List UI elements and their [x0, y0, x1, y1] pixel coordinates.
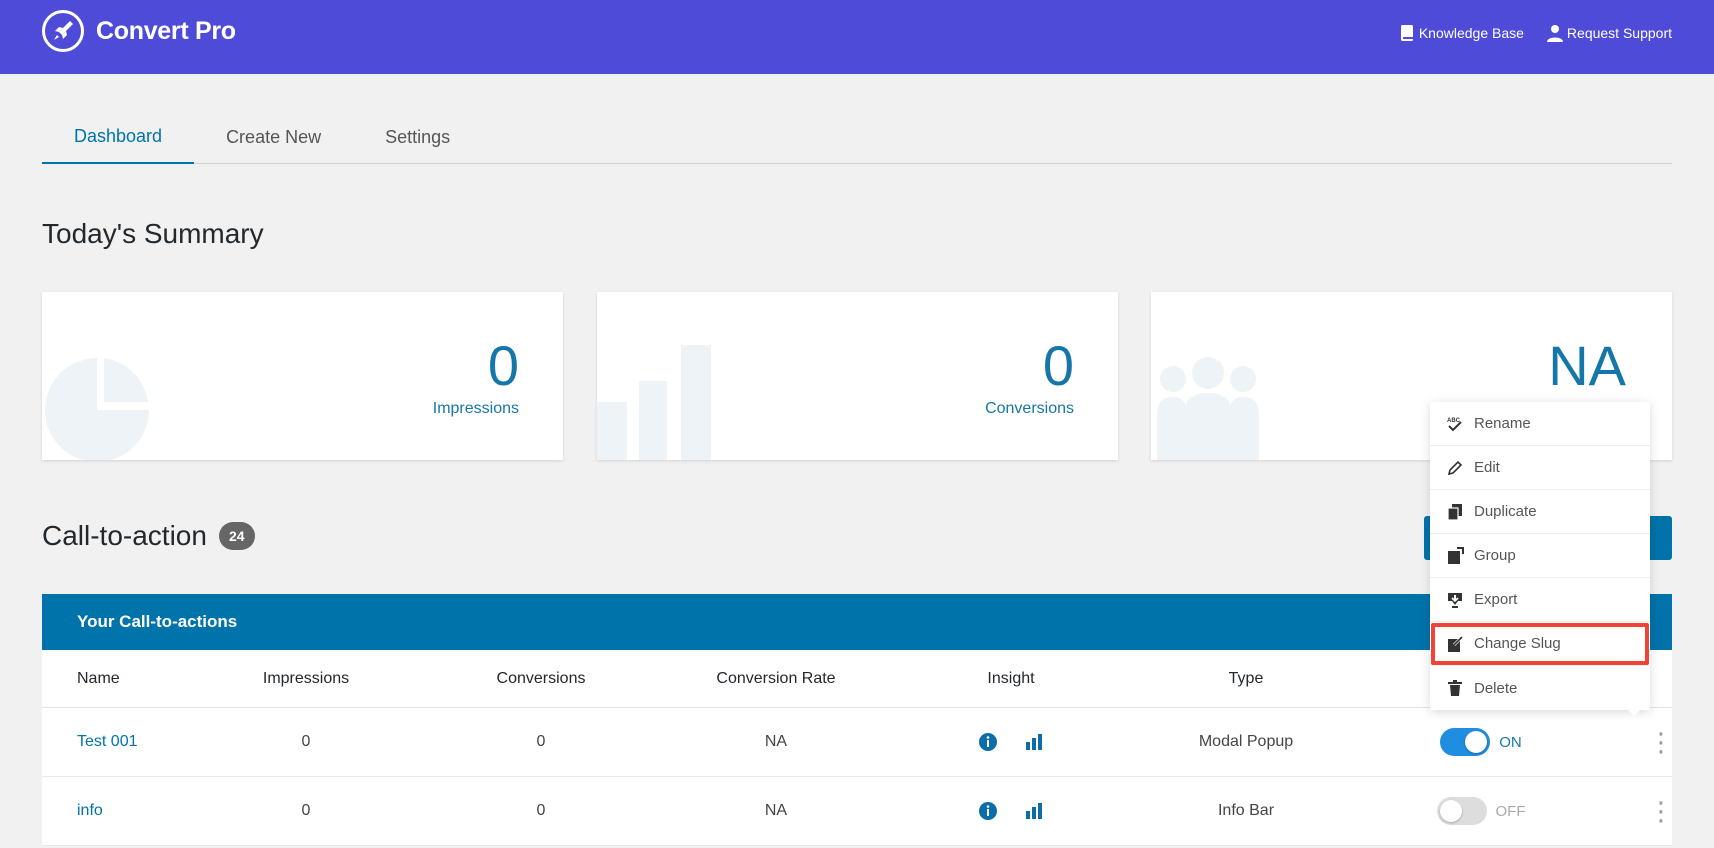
pie-chart-icon [45, 358, 149, 460]
menu-duplicate[interactable]: Duplicate [1430, 490, 1650, 534]
info-icon[interactable] [978, 801, 998, 821]
cta-heading: Call-to-action 24 [42, 520, 255, 552]
impressions-label: Impressions [432, 400, 519, 417]
edit-slug-icon [1446, 635, 1464, 653]
more-options-icon[interactable]: ⋮ [1648, 727, 1674, 757]
menu-export-label: Export [1474, 591, 1518, 608]
table-column-headers: Name Impressions Conversions Conversion … [42, 650, 1672, 708]
menu-edit-label: Edit [1474, 459, 1500, 476]
row-type: Info Bar [1217, 802, 1275, 819]
menu-duplicate-label: Duplicate [1474, 503, 1537, 520]
row-conversions: 0 [536, 802, 546, 819]
conversions-label: Conversions [985, 400, 1074, 417]
pencil-icon [1446, 459, 1464, 477]
export-icon [1446, 591, 1464, 609]
top-bar: Convert Pro Knowledge Base Request Suppo… [0, 0, 1714, 74]
cta-name-link[interactable]: info [77, 802, 103, 819]
rate-value: NA [1548, 334, 1626, 397]
knowledge-base-link[interactable]: Knowledge Base [1398, 24, 1524, 42]
bar-chart-icon [597, 345, 711, 460]
tab-settings[interactable]: Settings [353, 110, 482, 164]
row-rate: NA [764, 802, 788, 819]
bar-chart-icon[interactable] [1024, 801, 1044, 821]
menu-group[interactable]: Group [1430, 534, 1650, 578]
menu-rename-label: Rename [1474, 415, 1531, 432]
summary-title: Today's Summary [42, 218, 264, 249]
app-logo[interactable]: Convert Pro [42, 10, 236, 52]
col-insight: Insight [987, 669, 1035, 687]
table-row: Test 001 0 0 NA Modal Popup ON ⋮ [42, 708, 1674, 777]
menu-delete-label: Delete [1474, 679, 1518, 697]
user-icon [1546, 25, 1563, 42]
menu-change-slug-label: Change Slug [1474, 635, 1561, 652]
main-tabs: Dashboard Create New Settings [42, 110, 1672, 164]
impressions-value: 0 [487, 334, 519, 397]
col-impressions: Impressions [262, 669, 350, 687]
group-icon [1446, 546, 1464, 565]
app-name: Convert Pro [96, 16, 236, 45]
spellcheck-icon: ABC [1446, 415, 1464, 433]
menu-rename[interactable]: ABC Rename [1430, 402, 1650, 446]
trash-icon [1446, 679, 1464, 697]
menu-delete[interactable]: Delete [1430, 666, 1650, 710]
users-group-icon [1157, 357, 1259, 460]
conversions-card: 0 Conversions [597, 292, 1118, 460]
row-impressions: 0 [301, 802, 311, 819]
row-impressions: 0 [301, 733, 311, 750]
row-type: Modal Popup [1198, 733, 1294, 750]
cta-name-link[interactable]: Test 001 [77, 733, 137, 750]
status-label: OFF [1495, 802, 1526, 820]
bar-chart-icon[interactable] [1024, 732, 1044, 752]
copy-icon [1446, 503, 1464, 521]
col-conversion-rate: Conversion Rate [716, 669, 836, 687]
cta-table: Your Call-to-actions Name Impressions Co… [42, 594, 1674, 846]
impressions-card: 0 Impressions [42, 292, 563, 460]
col-conversions: Conversions [496, 669, 586, 687]
cta-title: Call-to-action [42, 520, 207, 551]
table-title: Your Call-to-actions [42, 594, 1672, 650]
tab-create-new[interactable]: Create New [194, 110, 353, 164]
status-toggle[interactable] [1436, 797, 1487, 825]
knowledge-base-label: Knowledge Base [1418, 25, 1524, 41]
conversions-value: 0 [1042, 334, 1074, 397]
menu-group-label: Group [1474, 547, 1516, 564]
rocket-icon [42, 10, 84, 52]
col-name: Name [77, 669, 120, 687]
col-type: Type [1228, 669, 1264, 687]
cta-count-badge: 24 [218, 522, 255, 550]
info-icon[interactable] [978, 732, 998, 752]
menu-caret [1624, 706, 1644, 716]
row-conversions: 0 [536, 733, 546, 750]
tab-dashboard[interactable]: Dashboard [42, 110, 195, 164]
more-options-icon[interactable]: ⋮ [1648, 796, 1674, 826]
status-toggle[interactable] [1440, 728, 1491, 756]
table-row: info 0 0 NA Info Bar OFF ⋮ [42, 777, 1674, 846]
row-actions-menu: ABC Rename Edit Duplicate Group Export C… [1430, 402, 1650, 710]
request-support-link[interactable]: Request Support [1546, 24, 1672, 42]
request-support-label: Request Support [1566, 25, 1672, 41]
menu-edit[interactable]: Edit [1430, 446, 1650, 490]
status-label: ON [1499, 733, 1522, 751]
menu-change-slug[interactable]: Change Slug [1430, 622, 1650, 666]
menu-export[interactable]: Export [1430, 578, 1650, 622]
book-icon [1400, 25, 1413, 41]
row-rate: NA [764, 733, 788, 750]
